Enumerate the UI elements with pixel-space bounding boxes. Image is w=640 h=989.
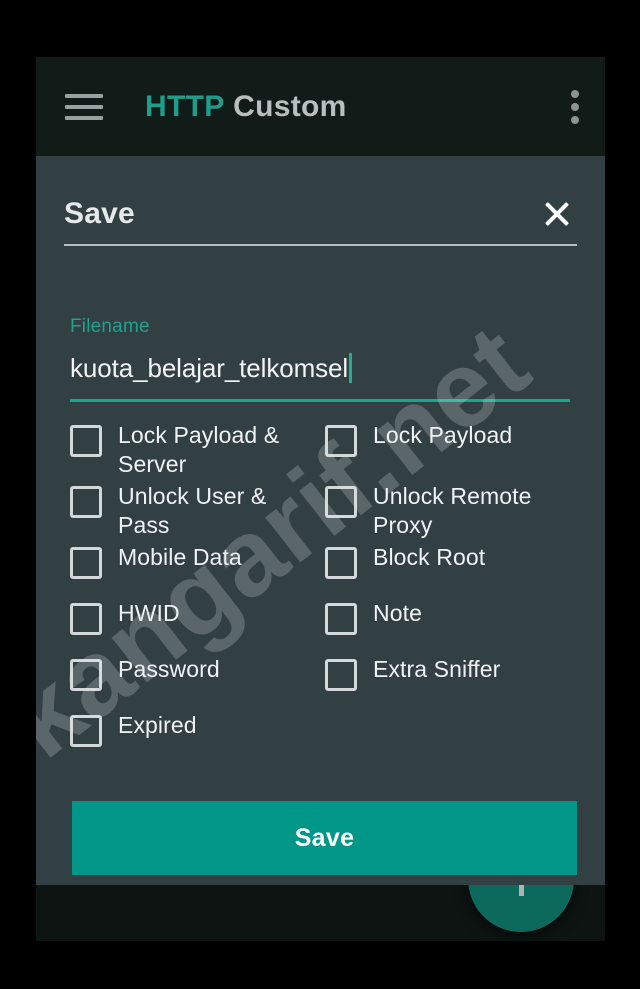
app-title: HTTP Custom xyxy=(145,90,347,124)
dialog-header: Save xyxy=(64,186,577,242)
checkbox-icon[interactable] xyxy=(325,603,357,635)
option-label: Unlock User & Pass xyxy=(118,483,267,538)
app-bar: HTTP Custom xyxy=(36,57,605,157)
text-caret xyxy=(349,353,353,383)
hamburger-bar xyxy=(65,105,103,109)
overflow-dot xyxy=(571,116,579,124)
checkbox-icon[interactable] xyxy=(70,547,102,579)
dialog-header-divider xyxy=(64,244,577,246)
option-lock-payload[interactable]: Lock Payload xyxy=(325,418,580,479)
option-label: Block Root xyxy=(373,544,486,570)
checkbox-icon[interactable] xyxy=(325,486,357,518)
option-label: HWID xyxy=(118,600,180,626)
overflow-dot xyxy=(571,103,579,111)
option-label: Lock Payload xyxy=(373,422,513,448)
option-label: Password xyxy=(118,656,220,682)
overflow-dot xyxy=(571,90,579,98)
hamburger-bar xyxy=(65,116,103,120)
checkbox-icon[interactable] xyxy=(325,659,357,691)
checkbox-icon[interactable] xyxy=(70,715,102,747)
save-dialog: Save Filename kuota_belajar_telkomsel Lo… xyxy=(36,156,605,885)
option-block-root[interactable]: Block Root xyxy=(325,540,580,596)
save-button[interactable]: Save xyxy=(72,801,577,875)
option-unlock-remote-proxy[interactable]: Unlock Remote Proxy xyxy=(325,479,580,540)
app-title-secondary: Custom xyxy=(233,90,347,123)
filename-input-value: kuota_belajar_telkomsel xyxy=(70,353,349,383)
app-title-primary: HTTP xyxy=(145,90,225,123)
option-label: Extra Sniffer xyxy=(373,656,501,682)
save-button-label: Save xyxy=(294,823,355,852)
option-note[interactable]: Note xyxy=(325,596,580,652)
dialog-title: Save xyxy=(64,197,135,230)
option-extra-sniffer[interactable]: Extra Sniffer xyxy=(325,652,580,708)
option-label: Unlock Remote Proxy xyxy=(373,483,532,538)
option-label: Mobile Data xyxy=(118,544,242,570)
option-mobile-data[interactable]: Mobile Data xyxy=(70,540,325,596)
checkbox-icon[interactable] xyxy=(70,603,102,635)
hamburger-menu-icon[interactable] xyxy=(65,94,103,120)
close-icon[interactable] xyxy=(537,194,577,234)
hamburger-bar xyxy=(65,94,103,98)
option-lock-payload-server[interactable]: Lock Payload & Server xyxy=(70,418,325,479)
option-label: Lock Payload & Server xyxy=(118,422,280,477)
option-password[interactable]: Password xyxy=(70,652,325,708)
option-unlock-user-pass[interactable]: Unlock User & Pass xyxy=(70,479,325,540)
checkbox-icon[interactable] xyxy=(325,425,357,457)
checkbox-icon[interactable] xyxy=(70,486,102,518)
option-expired[interactable]: Expired xyxy=(70,708,325,764)
filename-label: Filename xyxy=(70,316,150,337)
filename-input[interactable]: kuota_belajar_telkomsel xyxy=(70,353,353,384)
checkbox-icon[interactable] xyxy=(70,659,102,691)
option-hwid[interactable]: HWID xyxy=(70,596,325,652)
checkbox-icon[interactable] xyxy=(70,425,102,457)
overflow-menu-icon[interactable] xyxy=(571,90,579,124)
phone-viewport: HTTP Custom Save Filename kuota_belajar_… xyxy=(36,57,605,941)
option-checkbox-grid: Lock Payload & Server Lock Payload Unloc… xyxy=(70,418,580,764)
option-label: Expired xyxy=(118,712,197,738)
filename-input-underline xyxy=(70,399,570,402)
screenshot-frame: HTTP Custom Save Filename kuota_belajar_… xyxy=(0,0,640,989)
checkbox-icon[interactable] xyxy=(325,547,357,579)
option-label: Note xyxy=(373,600,422,626)
